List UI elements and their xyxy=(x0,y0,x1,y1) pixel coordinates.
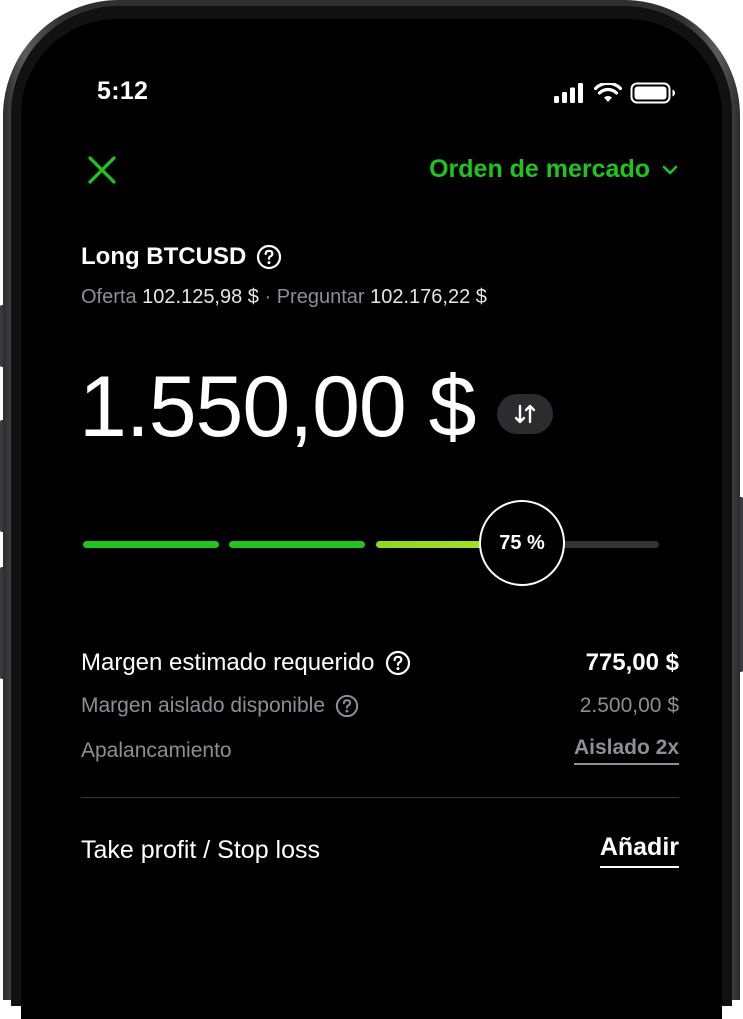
pair-heading: Long BTCUSD xyxy=(81,243,282,271)
slider-knob[interactable]: 75 % xyxy=(479,500,565,586)
ask-label: Preguntar xyxy=(276,286,365,308)
bid-label: Oferta xyxy=(81,286,137,308)
wifi-icon xyxy=(594,83,622,102)
tpsl-row: Take profit / Stop loss Añadir xyxy=(81,833,679,868)
section-divider xyxy=(81,797,679,798)
order-amount[interactable]: 1.550,00 $ xyxy=(79,364,476,450)
order-type-dropdown[interactable]: Orden de mercado xyxy=(429,155,678,184)
help-icon[interactable] xyxy=(256,244,282,270)
phone-screen: 5:12 Orden de mercado Long BTCUSD Oferta… xyxy=(21,19,722,1019)
help-icon[interactable] xyxy=(335,694,359,718)
ask-value: 102.176,22 $ xyxy=(370,286,487,308)
isolated-margin-row: Margen aislado disponible 2.500,00 $ xyxy=(81,694,679,718)
swap-icon xyxy=(514,404,536,424)
quote-line: Oferta 102.125,98 $ · Preguntar 102.176,… xyxy=(81,286,487,309)
slider-segment-1 xyxy=(83,541,219,548)
add-tpsl-link[interactable]: Añadir xyxy=(599,833,679,868)
margin-required-value: 775,00 $ xyxy=(585,649,679,676)
battery-icon xyxy=(630,82,675,104)
pair-title: Long BTCUSD xyxy=(81,243,247,270)
isolated-margin-value: 2.500,00 $ xyxy=(579,694,679,717)
margin-required-row: Margen estimado requerido 775,00 $ xyxy=(81,649,679,677)
leverage-link[interactable]: Aislado 2x xyxy=(573,736,679,765)
tpsl-label: Take profit / Stop loss xyxy=(81,836,321,864)
close-button[interactable] xyxy=(85,153,119,187)
status-icons xyxy=(554,82,676,104)
leverage-row: Apalancamiento Aislado 2x xyxy=(81,736,679,765)
slider-segment-2 xyxy=(229,541,365,548)
order-type-label: Orden de mercado xyxy=(429,155,650,183)
close-icon xyxy=(88,156,116,184)
margin-required-label: Margen estimado requerido xyxy=(81,649,375,676)
status-time: 5:12 xyxy=(97,77,149,105)
bid-value: 102.125,98 $ xyxy=(142,286,259,308)
swap-currency-button[interactable] xyxy=(497,394,553,434)
quote-separator: · xyxy=(264,286,272,308)
chevron-down-icon xyxy=(662,165,678,174)
leverage-label: Apalancamiento xyxy=(81,738,232,762)
help-icon[interactable] xyxy=(385,650,411,676)
isolated-margin-label: Margen aislado disponible xyxy=(81,694,325,717)
signal-icon xyxy=(554,83,583,103)
